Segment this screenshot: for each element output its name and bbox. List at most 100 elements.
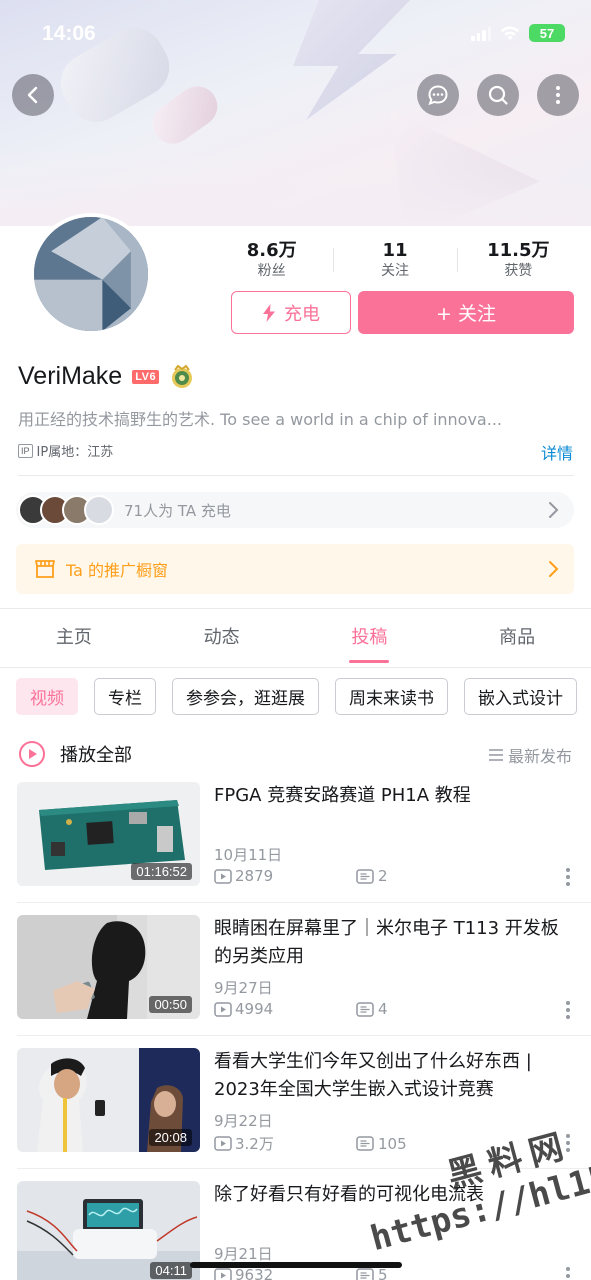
ip-icon: IP [18, 443, 33, 458]
tab-dynamics[interactable]: 动态 [148, 610, 296, 667]
video-title: 看看大学生们今年又创出了什么好东西 | 2023年全国大学生嵌入式设计竞赛 [214, 1051, 532, 1100]
more-button[interactable] [537, 74, 579, 116]
medal-icon[interactable] [169, 364, 195, 390]
stat-label: 粉丝 [257, 263, 286, 279]
play-count: 2879 [235, 867, 274, 885]
video-thumbnail[interactable]: 04:11 [17, 1181, 200, 1280]
follow-button[interactable]: + 关注 [358, 291, 574, 334]
danmaku-icon [356, 1001, 374, 1017]
play-count-icon [214, 1001, 232, 1017]
play-all-row: 播放全部 最新发布 [18, 738, 574, 770]
level-badge[interactable]: LV6 [132, 369, 160, 384]
shop-icon [35, 560, 55, 578]
video-stats: 4994 4 [214, 1000, 388, 1018]
ip-location-text: IP属地：江苏 [36, 445, 114, 460]
chip-exhibitions[interactable]: 参参会，逛逛展 [172, 678, 319, 715]
more-vertical-icon[interactable] [565, 867, 571, 887]
tab-products[interactable]: 商品 [443, 610, 591, 667]
bio[interactable]: 用正经的技术搞野生的艺术. To see a world in a chip o… [18, 406, 578, 430]
chat-bubble-icon [428, 85, 448, 106]
avatar[interactable] [30, 213, 152, 335]
video-title: 眼睛困在屏幕里了｜米尔电子 T113 开发板的另类应用 [214, 918, 559, 967]
supporter-avatars [18, 495, 114, 525]
play-count: 4994 [235, 1000, 274, 1018]
cellular-signal-icon [471, 25, 491, 41]
video-thumbnail[interactable]: 20:08 [17, 1048, 200, 1152]
video-item[interactable]: 00:50 眼睛困在屏幕里了｜米尔电子 T113 开发板的另类应用 9月27日 … [17, 915, 591, 1036]
video-stats: 2879 2 [214, 867, 388, 885]
stat-following[interactable]: 11 关注 [333, 240, 456, 284]
verimake-logo-icon [34, 217, 148, 331]
charge-button-label: 充电 [284, 303, 320, 325]
ip-location: IP IP属地：江苏 [18, 441, 113, 460]
stat-likes[interactable]: 11.5万 获赞 [456, 240, 580, 284]
stat-value: 8.6万 [246, 240, 297, 261]
danmaku-count: 5 [378, 1266, 388, 1280]
chevron-left-icon [27, 86, 38, 104]
stat-value: 11 [382, 240, 408, 261]
search-icon [488, 85, 508, 105]
video-date: 9月21日 [214, 1245, 273, 1263]
chip-weekend-reading[interactable]: 周末来读书 [335, 678, 448, 715]
danmaku-icon [356, 1267, 374, 1280]
video-item[interactable]: 01:16:52 FPGA 竞赛安路赛道 PH1A 教程 10月11日 2879… [17, 782, 591, 903]
charge-supporters-text: 71人为 TA 充电 [124, 501, 231, 520]
video-date: 9月22日 [214, 1112, 273, 1130]
video-duration: 20:08 [149, 1129, 192, 1146]
message-button[interactable] [417, 74, 459, 116]
danmaku-count: 105 [378, 1134, 407, 1153]
play-count-icon [214, 1136, 232, 1151]
danmaku-icon [356, 868, 374, 884]
search-button[interactable] [477, 74, 519, 116]
avatar [84, 495, 114, 525]
tab-home[interactable]: 主页 [0, 610, 148, 667]
video-stats: 9632 5 [214, 1266, 388, 1280]
play-count-icon [214, 868, 232, 884]
divider [18, 475, 574, 476]
danmaku-count: 2 [378, 867, 388, 885]
more-vertical-icon[interactable] [565, 1266, 571, 1280]
play-count: 9632 [235, 1266, 274, 1280]
details-link[interactable]: 详情 [541, 440, 573, 464]
play-all-button[interactable]: 播放全部 [60, 741, 132, 767]
profile-tabs: 主页 动态 投稿 商品 [0, 610, 591, 668]
video-thumbnail[interactable]: 01:16:52 [17, 782, 200, 886]
video-date: 10月11日 [214, 846, 283, 864]
chip-embedded[interactable]: 嵌入式设计 [464, 678, 577, 715]
battery-icon: 57 [529, 24, 565, 42]
lightning-icon [263, 303, 275, 322]
video-stats: 3.2万 105 [214, 1133, 407, 1154]
chip-video[interactable]: 视频 [16, 678, 78, 715]
divider [0, 608, 591, 609]
back-button[interactable] [12, 74, 54, 116]
category-chips: 视频 专栏 参参会，逛逛展 周末来读书 嵌入式设计 [16, 678, 577, 716]
chevron-right-icon [549, 561, 559, 577]
chip-column[interactable]: 专栏 [94, 678, 156, 715]
charge-button[interactable]: 充电 [231, 291, 351, 334]
more-vertical-icon[interactable] [565, 1000, 571, 1020]
stat-label: 获赞 [504, 263, 533, 279]
danmaku-icon [356, 1136, 374, 1151]
video-duration: 01:16:52 [131, 863, 192, 880]
play-circle-icon[interactable] [18, 740, 46, 768]
stat-followers[interactable]: 8.6万 粉丝 [210, 240, 333, 284]
stat-label: 关注 [380, 263, 409, 279]
divider [17, 902, 591, 903]
danmaku-count: 4 [378, 1000, 388, 1018]
promo-text: Ta 的推广橱窗 [66, 561, 169, 580]
status-bar: 14:06 57 [0, 0, 591, 70]
home-indicator[interactable] [190, 1262, 402, 1268]
video-duration: 00:50 [149, 996, 192, 1013]
video-title: FPGA 竞赛安路赛道 PH1A 教程 [214, 785, 471, 806]
wifi-icon [500, 26, 520, 41]
promo-window-row[interactable]: Ta 的推广橱窗 [16, 544, 574, 594]
video-date: 9月27日 [214, 979, 273, 997]
sort-button[interactable]: 最新发布 [488, 743, 572, 767]
username: VeriMake [18, 362, 123, 390]
charge-supporters-row[interactable]: 71人为 TA 充电 [16, 492, 574, 528]
divider [17, 1035, 591, 1036]
list-icon [488, 749, 503, 761]
video-thumbnail[interactable]: 00:50 [17, 915, 200, 1019]
profile-stats: 8.6万 粉丝 11 关注 11.5万 获赞 [210, 240, 580, 284]
tab-uploads[interactable]: 投稿 [296, 610, 444, 667]
